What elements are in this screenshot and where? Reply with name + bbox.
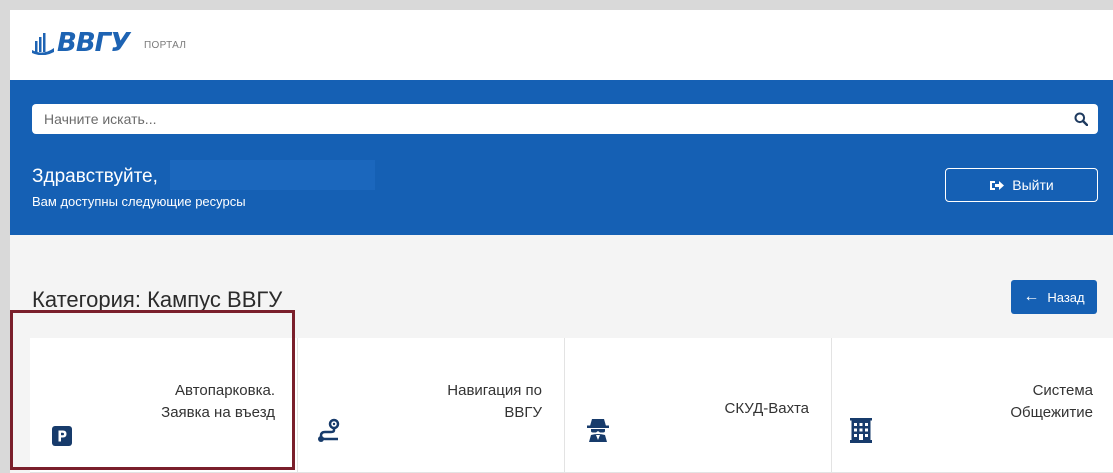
resources-subtitle: Вам доступны следующие ресурсы [32,194,246,209]
search-bar [32,104,1098,134]
logout-button[interactable]: Выйти [945,168,1098,202]
tile-label-line1: СКУД-Вахта [724,400,809,417]
search-icon [1074,112,1088,126]
top-header: ВВГУ ПОРТАЛ [10,10,1113,80]
user-name-redacted [170,160,375,190]
back-button[interactable]: ← Назад [1011,280,1097,314]
logout-label: Выйти [1012,177,1054,193]
tile-dormitory[interactable]: Система Общежитие [832,338,1113,473]
search-input[interactable] [32,105,1064,133]
greeting-text: Здравствуйте, [32,166,158,187]
tile-label-line2: Общежитие [1010,404,1093,421]
tile-label: Навигация по ВВГУ [447,380,542,424]
logo-emblem-icon [32,33,54,55]
spy-icon [587,419,609,442]
tile-label-line2: Заявка на въезд [161,404,275,421]
tile-label-line1: Система [1032,382,1093,399]
vvgu-logo[interactable]: ВВГУ [32,28,130,58]
parking-icon [52,426,72,446]
tile-label: Система Общежитие [1010,380,1093,424]
tile-label: Автопарковка. Заявка на въезд [161,380,275,424]
tile-label-line2: ВВГУ [504,404,542,421]
sign-out-icon [990,180,1005,190]
tile-access-control[interactable]: СКУД-Вахта [565,338,832,473]
resource-grid: Автопарковка. Заявка на въезд Навигация … [30,338,1113,473]
portal-page: ВВГУ ПОРТАЛ Здравствуйте, Вам доступны с… [10,10,1113,473]
building-icon [850,418,872,443]
tile-navigation[interactable]: Навигация по ВВГУ [298,338,565,473]
portal-label: ПОРТАЛ [144,40,187,51]
tile-label-line1: Навигация по [447,382,542,399]
tile-parking[interactable]: Автопарковка. Заявка на въезд [30,338,298,473]
route-icon [318,418,340,442]
back-label: Назад [1047,289,1085,305]
category-title: Категория: Кампус ВВГУ [32,287,283,312]
logo-text: ВВГУ [57,28,130,58]
search-button[interactable] [1064,104,1098,134]
tile-label-line1: Автопарковка. [175,382,275,399]
arrow-left-icon: ← [1023,288,1040,305]
tile-label: СКУД-Вахта [725,398,809,420]
hero-banner: Здравствуйте, Вам доступны следующие рес… [10,80,1113,235]
